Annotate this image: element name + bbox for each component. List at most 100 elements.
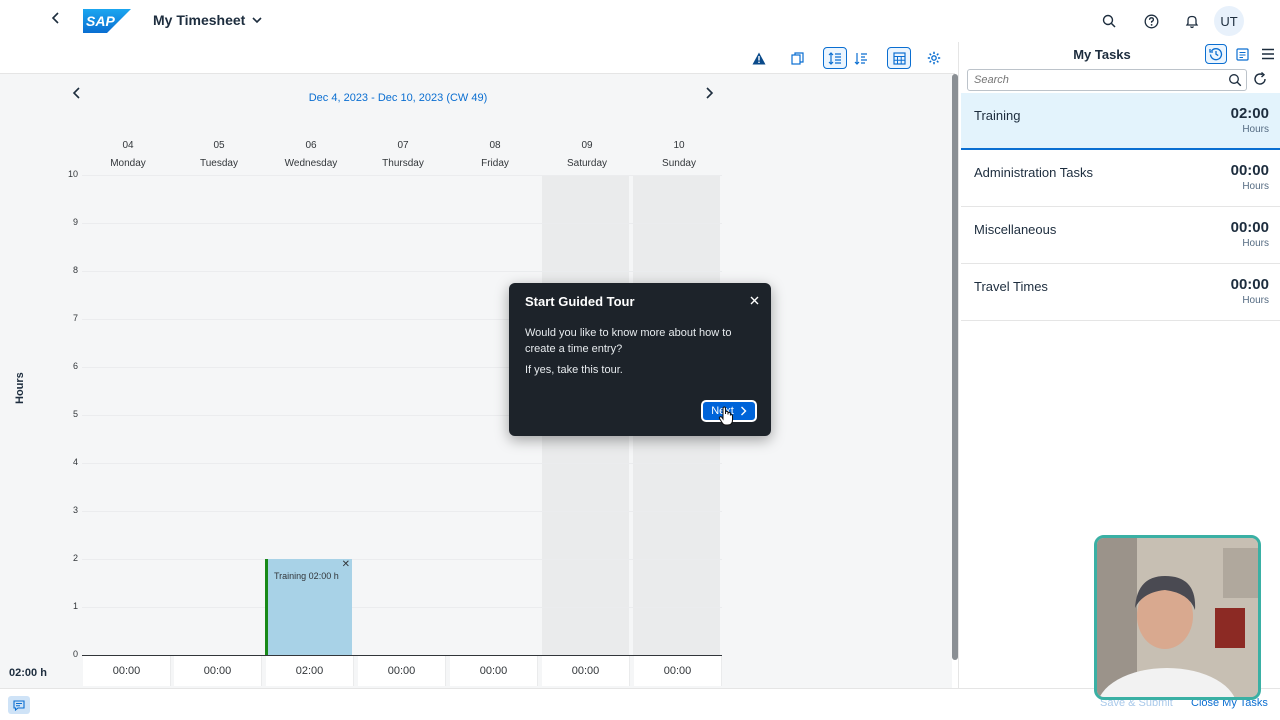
gridline — [82, 559, 722, 560]
warning-icon — [752, 52, 766, 64]
day-total: 02:00 — [266, 656, 354, 686]
day-name: Saturday — [566, 158, 608, 169]
list-view-button[interactable] — [823, 47, 847, 69]
presenter-image — [1097, 538, 1258, 697]
delete-entry-button[interactable]: ✕ — [342, 559, 350, 570]
back-button[interactable] — [46, 10, 66, 30]
message-icon — [13, 699, 25, 711]
day-name: Sunday — [662, 158, 696, 169]
day-number: 10 — [673, 140, 685, 151]
sort-button[interactable] — [849, 47, 873, 69]
day-name: Thursday — [382, 158, 424, 169]
list-view-icon — [828, 51, 841, 65]
dialog-question: Would you like to know more about how to… — [525, 327, 732, 355]
task-item[interactable]: Training 02:00 Hours — [961, 93, 1280, 150]
day-header: 10 Sunday — [634, 140, 724, 169]
task-name: Miscellaneous — [974, 222, 1057, 237]
gridline — [82, 463, 722, 464]
day-number: 07 — [397, 140, 409, 151]
week-calendar: Dec 4, 2023 - Dec 10, 2023 (CW 49) 04 Mon… — [0, 74, 952, 688]
help-icon — [1144, 14, 1158, 28]
day-number: 09 — [581, 140, 593, 151]
chevron-right-icon — [740, 406, 747, 416]
presenter-webcam-video — [1094, 535, 1261, 700]
settings-icon — [927, 51, 941, 65]
week-total: 02:00 h — [9, 667, 47, 679]
task-search-input[interactable] — [974, 72, 1214, 88]
day-number: 04 — [122, 140, 134, 151]
svg-text:SAP: SAP — [86, 13, 115, 29]
day-name: Wednesday — [284, 158, 338, 169]
task-list-button[interactable] — [1231, 44, 1253, 64]
task-name: Travel Times — [974, 279, 1048, 294]
day-total: 00:00 — [174, 656, 262, 686]
time-entry-training[interactable]: Training 02:00 h ✕ — [265, 559, 352, 655]
history-icon — [1209, 48, 1223, 61]
task-item[interactable]: Miscellaneous 00:00 Hours — [961, 207, 1280, 264]
day-total: 00:00 — [542, 656, 630, 686]
copy-button[interactable] — [785, 47, 809, 69]
dialog-close-button[interactable] — [750, 293, 759, 308]
copy-icon — [790, 51, 804, 65]
task-hours: 00:00 — [1230, 276, 1269, 293]
y-tick-label: 7 — [72, 313, 78, 323]
messages-button[interactable] — [8, 696, 30, 714]
next-week-button[interactable] — [701, 86, 717, 104]
menu-button[interactable] — [1257, 44, 1279, 64]
hand-cursor-icon — [718, 406, 733, 426]
footer-bar: Save & Submit Close My Tasks — [0, 688, 1280, 720]
chevron-down-icon — [252, 17, 262, 24]
week-range-label[interactable]: Dec 4, 2023 - Dec 10, 2023 (CW 49) — [270, 92, 526, 104]
task-item[interactable]: Travel Times 00:00 Hours — [961, 264, 1280, 321]
bell-icon — [1185, 15, 1199, 28]
notifications-button[interactable] — [1181, 10, 1203, 32]
task-hours-unit: Hours — [1242, 295, 1269, 306]
y-tick-label: 10 — [67, 169, 78, 179]
help-button[interactable] — [1140, 10, 1162, 32]
settings-button[interactable] — [922, 47, 946, 69]
y-tick-label: 1 — [72, 601, 78, 611]
day-header: 06 Wednesday — [266, 140, 356, 169]
refresh-icon[interactable] — [1252, 71, 1268, 87]
day-header: 05 Tuesday — [174, 140, 264, 169]
search-icon[interactable] — [1228, 73, 1242, 87]
day-header: 07 Thursday — [358, 140, 448, 169]
warning-button[interactable] — [747, 47, 771, 69]
y-tick-label: 8 — [72, 265, 78, 275]
previous-week-button[interactable] — [69, 86, 85, 104]
day-number: 06 — [305, 140, 317, 151]
day-header: 09 Saturday — [542, 140, 632, 169]
task-item[interactable]: Administration Tasks 00:00 Hours — [961, 150, 1280, 207]
task-hours: 02:00 — [1230, 105, 1269, 122]
y-tick-label: 6 — [72, 361, 78, 371]
app-title-menu[interactable]: My Timesheet — [153, 12, 263, 28]
chevron-right-icon — [706, 87, 714, 99]
task-name: Training — [974, 108, 1021, 123]
my-tasks-title: My Tasks — [1073, 47, 1131, 62]
gridline — [82, 223, 722, 224]
y-tick-label: 2 — [72, 553, 78, 563]
day-name: Monday — [110, 158, 146, 169]
calendar-view-button[interactable] — [887, 47, 911, 69]
hamburger-menu-icon — [1262, 48, 1274, 60]
gridline — [82, 175, 722, 176]
recent-tasks-button[interactable] — [1205, 44, 1227, 64]
task-hours: 00:00 — [1230, 162, 1269, 179]
task-search-field[interactable] — [967, 69, 1247, 91]
close-icon — [750, 296, 759, 305]
gridline — [82, 271, 722, 272]
chevron-left-icon — [72, 87, 80, 99]
search-icon — [1102, 14, 1116, 28]
y-tick-label: 9 — [72, 217, 78, 227]
day-number: 05 — [213, 140, 225, 151]
search-button[interactable] — [1098, 10, 1120, 32]
user-avatar[interactable]: UT — [1214, 6, 1244, 36]
time-entry-label: Training 02:00 h — [274, 571, 339, 581]
shell-header: SAP My Timesheet UT — [0, 0, 1280, 42]
sap-logo: SAP — [83, 9, 131, 33]
app-title: My Timesheet — [153, 12, 246, 28]
day-total: 00:00 — [83, 656, 171, 686]
day-name: Tuesday — [200, 158, 238, 169]
y-tick-label: 0 — [72, 649, 78, 659]
task-list-icon — [1235, 47, 1249, 61]
